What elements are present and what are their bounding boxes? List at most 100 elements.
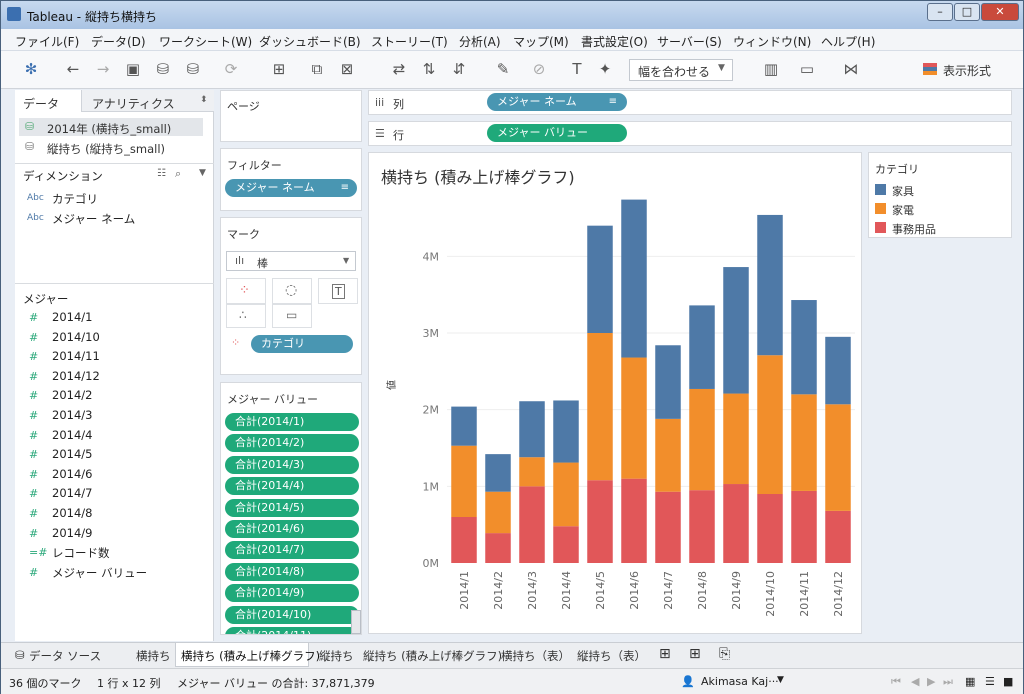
pause-updates-icon[interactable]: ⛁ bbox=[183, 60, 203, 78]
sort-asc-icon[interactable]: ⇅ bbox=[419, 60, 439, 78]
swap-icon[interactable]: ⇄ bbox=[389, 60, 409, 78]
menu-server[interactable]: サーバー(S) bbox=[657, 33, 722, 50]
color-button[interactable]: ⁘ bbox=[226, 278, 266, 304]
stacked-bar-chart[interactable]: 横持ち (積み上げ棒グラフ) 0M 1M 2M 3M 4M 値 2014/1 2014/2 20… bbox=[369, 153, 863, 635]
pages-card[interactable]: ページ bbox=[220, 90, 362, 142]
measure-value-pill[interactable]: 合計(2014/8) bbox=[225, 562, 359, 581]
menu-analysis[interactable]: 分析(A) bbox=[459, 33, 501, 50]
measure-value-pill[interactable]: 合計(2014/9) bbox=[225, 584, 359, 603]
measure-field[interactable]: 2014/7 bbox=[52, 486, 92, 500]
measure-field[interactable]: 2014/3 bbox=[52, 408, 92, 422]
measure-value-pill[interactable]: 合計(2014/10) bbox=[225, 605, 359, 624]
user-name[interactable]: Akimasa Kaj··· bbox=[701, 675, 779, 688]
refresh-icon[interactable]: ⟳ bbox=[221, 60, 241, 78]
tab-data[interactable]: データ bbox=[15, 90, 81, 112]
menu-dashboard[interactable]: ダッシュボード(B) bbox=[259, 33, 361, 50]
measure-value-pill[interactable]: 合計(2014/1) bbox=[225, 413, 359, 431]
presentation-icon[interactable]: ▭ bbox=[797, 60, 817, 78]
clear-sheet-icon[interactable]: ⊠ bbox=[337, 60, 357, 78]
new-worksheet-icon[interactable]: ⊞ bbox=[269, 60, 289, 78]
dimension-field[interactable]: カテゴリ bbox=[52, 191, 98, 207]
tooltip-button[interactable]: ▭ bbox=[272, 304, 312, 328]
measure-value-pill[interactable]: 合計(2014/4) bbox=[225, 477, 359, 496]
menu-format[interactable]: 書式設定(O) bbox=[581, 33, 648, 50]
prev-page-icon[interactable]: ◀ bbox=[911, 675, 919, 688]
tab-yokomochi-stacked[interactable]: 横持ち (積み上げ棒グラフ) bbox=[181, 648, 320, 664]
measure-field[interactable]: 2014/11 bbox=[52, 349, 100, 363]
datasource-item[interactable]: ⛁ 2014年 (横持ち_small) bbox=[19, 118, 203, 136]
close-button[interactable]: ✕ bbox=[981, 3, 1019, 21]
labels-icon[interactable]: T bbox=[567, 60, 587, 78]
tab-yokomochi-table[interactable]: 横持ち（表） bbox=[501, 648, 570, 664]
collapse-icon[interactable]: ⬍ bbox=[200, 95, 208, 105]
filters-card[interactable]: フィルター メジャー ネーム ≡ bbox=[220, 148, 362, 211]
sort-desc-icon[interactable]: ⇵ bbox=[449, 60, 469, 78]
dimension-field[interactable]: メジャー ネーム bbox=[52, 211, 135, 227]
datasource-item[interactable]: ⛁ 縦持ち (縦持ち_small) bbox=[19, 138, 203, 156]
menu-story[interactable]: ストーリー(T) bbox=[371, 33, 448, 50]
list-icon[interactable]: ☰ bbox=[985, 675, 995, 688]
menu-window[interactable]: ウィンドウ(N) bbox=[733, 33, 811, 50]
measure-value-pill[interactable]: 合計(2014/5) bbox=[225, 498, 359, 517]
tab-tatemochi[interactable]: 縦持ち bbox=[319, 648, 354, 664]
measure-field[interactable]: 2014/12 bbox=[52, 369, 100, 383]
legend-item-label[interactable]: 事務用品 bbox=[892, 221, 936, 237]
measure-field[interactable]: 2014/5 bbox=[52, 447, 92, 461]
label-button[interactable]: T bbox=[318, 278, 358, 304]
group-icon[interactable]: ⊘ bbox=[529, 60, 549, 78]
last-page-icon[interactable]: ⏭ bbox=[943, 675, 953, 689]
minimize-button[interactable]: – bbox=[927, 3, 953, 21]
tableau-icon[interactable]: ✻ bbox=[21, 60, 41, 78]
measure-field[interactable]: レコード数 bbox=[52, 545, 110, 561]
menu-file[interactable]: ファイル(F) bbox=[15, 33, 79, 50]
measure-field[interactable]: 2014/9 bbox=[52, 526, 92, 540]
color-pill[interactable]: カテゴリ bbox=[251, 335, 353, 353]
measure-value-pill[interactable]: 合計(2014/11) bbox=[225, 627, 359, 634]
measure-value-pill[interactable]: 合計(2014/7) bbox=[225, 541, 359, 560]
rows-pill[interactable]: メジャー バリュー bbox=[487, 124, 627, 142]
measure-field[interactable]: 2014/2 bbox=[52, 388, 92, 402]
pin-icon[interactable]: ✦ bbox=[595, 60, 615, 78]
chevron-down-icon[interactable]: ▼ bbox=[777, 675, 784, 685]
size-button[interactable]: ◌ bbox=[272, 278, 312, 304]
filmstrip-icon[interactable]: ■ bbox=[1003, 675, 1013, 688]
grid-view-icon[interactable]: ☷ bbox=[157, 168, 166, 179]
mark-type-dropdown[interactable]: ılı 棒 ▼ bbox=[226, 251, 356, 271]
card-toggle-icon[interactable]: ▥ bbox=[761, 60, 781, 78]
new-dashboard-icon[interactable]: ⊞ bbox=[689, 646, 701, 662]
back-arrow-icon[interactable]: ← bbox=[63, 60, 83, 78]
tab-analytics[interactable]: アナリティクス ⬍ bbox=[81, 90, 214, 112]
legend-item-label[interactable]: 家電 bbox=[892, 202, 914, 218]
tab-tatemochi-stacked[interactable]: 縦持ち (積み上げ棒グラフ) bbox=[363, 648, 502, 664]
menu-data[interactable]: データ(D) bbox=[91, 33, 146, 50]
menu-chevron-icon[interactable]: ▼ bbox=[199, 168, 206, 178]
show-me-label[interactable]: 表示形式 bbox=[943, 62, 991, 79]
menu-help[interactable]: ヘルプ(H) bbox=[821, 33, 875, 50]
show-me-icon[interactable] bbox=[923, 63, 937, 75]
scrollbar[interactable] bbox=[351, 610, 361, 634]
measure-value-pill[interactable]: 合計(2014/2) bbox=[225, 434, 359, 453]
next-page-icon[interactable]: ▶ bbox=[927, 675, 935, 688]
detail-button[interactable]: ∴ bbox=[226, 304, 266, 328]
new-datasource-icon[interactable]: ⛁ bbox=[153, 60, 173, 78]
measure-value-pill[interactable]: 合計(2014/6) bbox=[225, 520, 359, 538]
highlight-icon[interactable]: ✎ bbox=[493, 60, 513, 78]
measure-field[interactable]: 2014/4 bbox=[52, 428, 92, 442]
measure-field[interactable]: 2014/6 bbox=[52, 467, 92, 481]
search-icon[interactable]: ⌕ bbox=[175, 167, 181, 181]
duplicate-icon[interactable]: ⧉ bbox=[307, 60, 327, 78]
first-page-icon[interactable]: ⏮ bbox=[891, 675, 901, 689]
fit-dropdown[interactable]: 幅を合わせる ▼ bbox=[629, 59, 733, 81]
measure-value-pill[interactable]: 合計(2014/3) bbox=[225, 455, 359, 474]
legend-item-label[interactable]: 家具 bbox=[892, 183, 914, 199]
share-icon[interactable]: ⋈ bbox=[841, 60, 861, 78]
columns-pill[interactable]: メジャー ネーム ≡ bbox=[487, 93, 627, 111]
tab-datasource[interactable]: データ ソース bbox=[29, 648, 101, 664]
measure-field[interactable]: 2014/10 bbox=[52, 330, 100, 344]
measure-field[interactable]: メジャー バリュー bbox=[52, 565, 147, 581]
filter-pill[interactable]: メジャー ネーム ≡ bbox=[225, 179, 357, 197]
new-worksheet-icon[interactable]: ⊞ bbox=[659, 646, 671, 662]
menu-map[interactable]: マップ(M) bbox=[513, 33, 569, 50]
save-icon[interactable]: ▣ bbox=[123, 60, 143, 78]
tab-tatemochi-table[interactable]: 縦持ち（表） bbox=[577, 648, 646, 664]
